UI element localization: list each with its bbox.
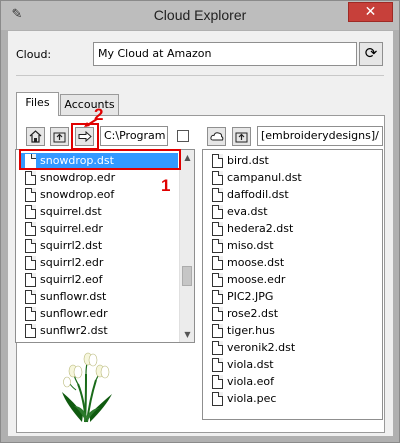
list-item[interactable]: veronik2.dst — [207, 340, 295, 357]
up-folder-icon — [53, 132, 66, 143]
window-title: Cloud Explorer — [153, 7, 247, 23]
document-icon — [212, 392, 223, 406]
scroll-up-icon[interactable]: ▲ — [180, 150, 194, 165]
document-icon — [212, 154, 223, 168]
document-icon — [212, 205, 223, 219]
list-item[interactable]: viola.pec — [207, 391, 276, 408]
annotation-number-one: 1 — [161, 176, 171, 195]
cloud-label: Cloud: — [16, 48, 52, 61]
tab-files[interactable]: Files — [16, 92, 59, 116]
list-item[interactable]: squirrl2.dst — [20, 238, 102, 255]
tab-accounts[interactable]: Accounts — [60, 94, 119, 116]
document-icon — [25, 171, 36, 185]
refresh-icon: ⟳ — [364, 44, 378, 62]
document-icon — [25, 290, 36, 304]
cloud-button[interactable] — [207, 127, 226, 146]
title-bar: ✎ Cloud Explorer ✕ — [1, 1, 399, 30]
list-item[interactable]: moose.edr — [207, 272, 285, 289]
list-item[interactable]: daffodil.dst — [207, 187, 289, 204]
list-item[interactable]: viola.dst — [207, 357, 274, 374]
list-item[interactable]: sunflwr2.dst — [20, 323, 108, 340]
close-button[interactable]: ✕ — [348, 2, 393, 22]
document-icon — [212, 375, 223, 389]
cloud-icon — [209, 132, 223, 141]
list-item[interactable]: tiger.hus — [207, 323, 275, 340]
list-item[interactable]: moose.dst — [207, 255, 284, 272]
list-item[interactable]: snowdrop.edr — [20, 170, 115, 187]
document-icon — [212, 290, 223, 304]
document-icon — [212, 358, 223, 372]
annotation-pointer-arrow — [84, 118, 98, 127]
list-item[interactable]: eva.dst — [207, 204, 268, 221]
document-icon — [212, 222, 223, 236]
list-item[interactable]: viola.eof — [207, 374, 274, 391]
document-icon — [212, 256, 223, 270]
list-item[interactable]: snowdrop.eof — [20, 187, 114, 204]
document-icon — [212, 239, 223, 253]
remote-path-field[interactable]: [embroiderydesigns]/ — [257, 126, 383, 146]
list-item[interactable]: squirrel.dst — [20, 204, 102, 221]
up-folder-icon — [235, 132, 248, 143]
home-icon — [29, 130, 42, 143]
scroll-down-icon[interactable]: ▼ — [180, 327, 194, 342]
design-preview-image — [62, 352, 112, 423]
document-icon — [25, 205, 36, 219]
option-checkbox[interactable] — [177, 130, 189, 142]
list-item[interactable]: sunflowr.edr — [20, 306, 108, 323]
document-icon — [25, 273, 36, 287]
refresh-button[interactable]: ⟳ — [359, 42, 383, 66]
document-icon — [25, 222, 36, 236]
document-icon — [25, 239, 36, 253]
remote-file-list[interactable]: bird.dst campanul.dst daffodil.dst eva.d… — [202, 149, 383, 420]
separator — [16, 75, 384, 76]
scroll-thumb[interactable] — [182, 266, 192, 286]
document-icon — [25, 307, 36, 321]
document-icon — [25, 188, 36, 202]
document-icon — [212, 188, 223, 202]
document-icon — [212, 324, 223, 338]
vertical-scrollbar[interactable]: ▲ ▼ — [179, 150, 194, 342]
document-icon — [212, 341, 223, 355]
document-icon — [25, 256, 36, 270]
home-button[interactable] — [26, 127, 45, 146]
document-icon — [25, 324, 36, 338]
remote-up-folder-button[interactable] — [232, 127, 251, 146]
list-item[interactable]: squirrl2.eof — [20, 272, 103, 289]
list-item[interactable]: squirrel.edr — [20, 221, 103, 238]
highlight-box-selected-file — [19, 149, 181, 170]
list-item[interactable]: rose2.dst — [207, 306, 278, 323]
document-icon — [212, 273, 223, 287]
list-item[interactable]: miso.dst — [207, 238, 274, 255]
app-window: ✎ Cloud Explorer ✕ Cloud: My Cloud at Am… — [0, 0, 400, 443]
list-item[interactable]: PIC2.JPG — [207, 289, 273, 306]
list-item[interactable]: hedera2.dst — [207, 221, 293, 238]
local-path-field[interactable]: C:\Program — [100, 126, 168, 146]
cloud-select[interactable]: My Cloud at Amazon — [93, 42, 357, 66]
up-folder-button[interactable] — [50, 127, 69, 146]
document-icon — [212, 307, 223, 321]
list-item[interactable]: squirrl2.edr — [20, 255, 103, 272]
list-item[interactable]: bird.dst — [207, 153, 269, 170]
list-item[interactable]: campanul.dst — [207, 170, 302, 187]
list-item[interactable]: sunflowr.dst — [20, 289, 106, 306]
document-icon — [212, 171, 223, 185]
